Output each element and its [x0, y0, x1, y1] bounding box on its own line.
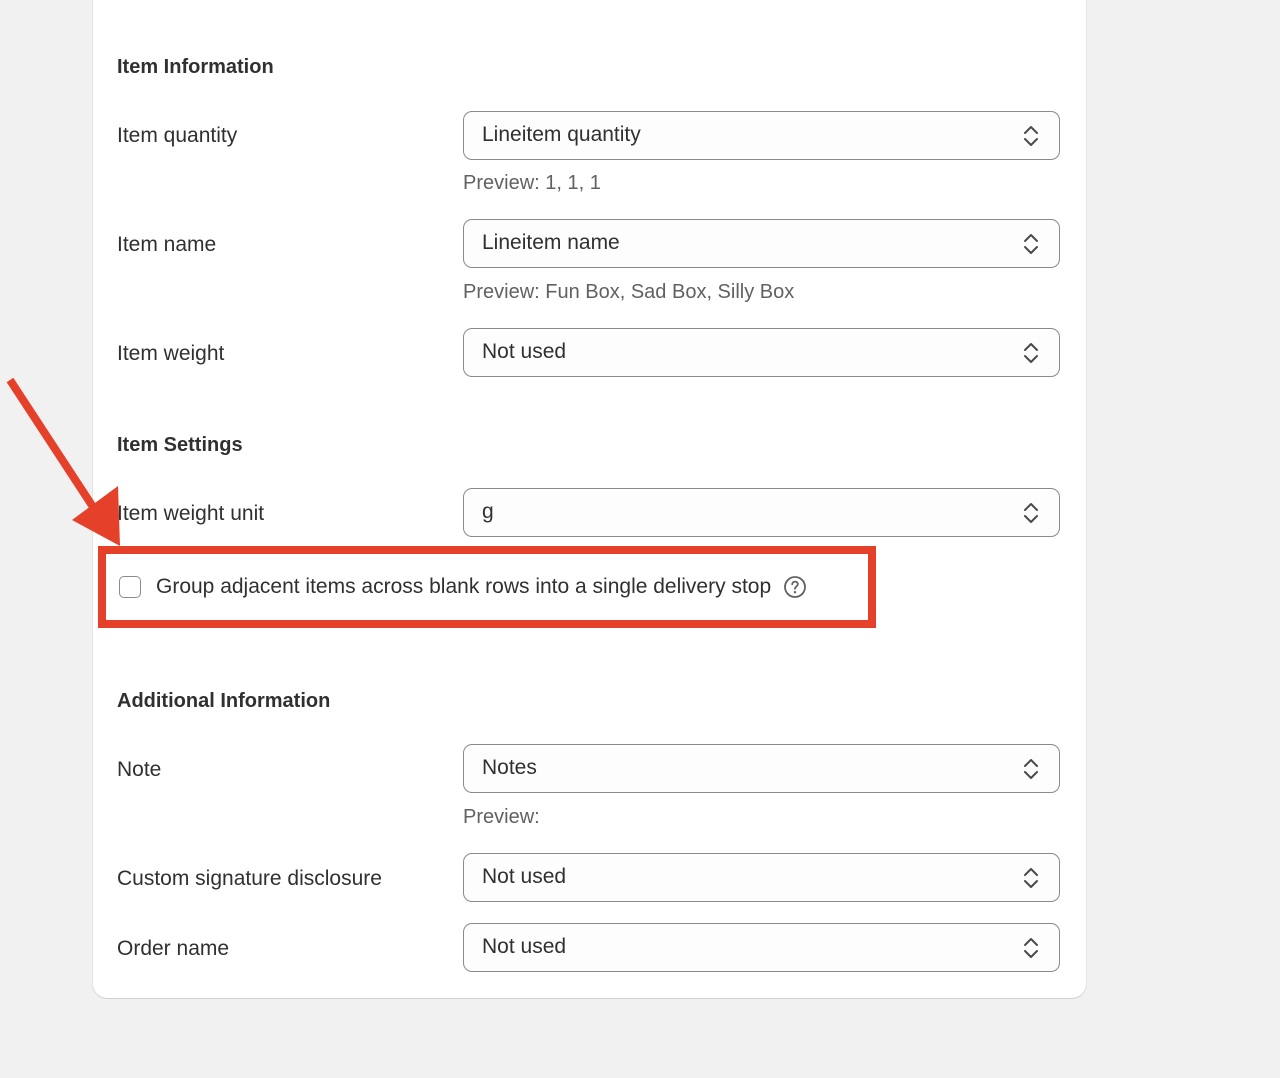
chevron-up-down-icon — [1024, 759, 1038, 779]
label-order-name: Order name — [117, 937, 230, 960]
label-item-weight-unit: Item weight unit — [117, 502, 265, 525]
settings-card: Item Information Item quantity Lineitem … — [93, 0, 1086, 998]
select-value: Lineitem quantity — [482, 123, 641, 146]
select-value: Notes — [482, 756, 537, 779]
chevron-up-down-icon — [1024, 126, 1038, 146]
select-item-weight[interactable]: Not used — [463, 328, 1060, 377]
preview-note: Preview: — [463, 806, 540, 828]
label-item-quantity: Item quantity — [117, 124, 238, 147]
section-title-item-settings: Item Settings — [117, 434, 243, 456]
label-custom-signature-disclosure: Custom signature disclosure — [117, 867, 382, 890]
select-value: Not used — [482, 935, 567, 958]
select-custom-signature-disclosure[interactable]: Not used — [463, 853, 1060, 902]
label-item-name: Item name — [117, 233, 217, 256]
select-item-weight-unit[interactable]: g — [463, 488, 1060, 537]
chevron-up-down-icon — [1024, 868, 1038, 888]
preview-item-name: Preview: Fun Box, Sad Box, Silly Box — [463, 281, 795, 303]
section-title-additional-information: Additional Information — [117, 690, 331, 712]
select-value: Lineitem name — [482, 231, 620, 254]
chevron-up-down-icon — [1024, 234, 1038, 254]
select-order-name[interactable]: Not used — [463, 923, 1060, 972]
chevron-up-down-icon — [1024, 938, 1038, 958]
red-arrow-icon — [6, 377, 120, 546]
label-note: Note — [117, 758, 162, 781]
select-value: g — [482, 500, 494, 523]
select-note[interactable]: Notes — [463, 744, 1060, 793]
select-value: Not used — [482, 340, 567, 363]
label-item-weight: Item weight — [117, 342, 225, 365]
preview-item-quantity: Preview: 1, 1, 1 — [463, 172, 601, 194]
chevron-up-down-icon — [1024, 343, 1038, 363]
select-item-quantity[interactable]: Lineitem quantity — [463, 111, 1060, 160]
select-value: Not used — [482, 865, 567, 888]
section-title-item-information: Item Information — [117, 56, 274, 78]
chevron-up-down-icon — [1024, 503, 1038, 523]
select-item-name[interactable]: Lineitem name — [463, 219, 1060, 268]
annotation-highlight-box — [98, 546, 876, 628]
